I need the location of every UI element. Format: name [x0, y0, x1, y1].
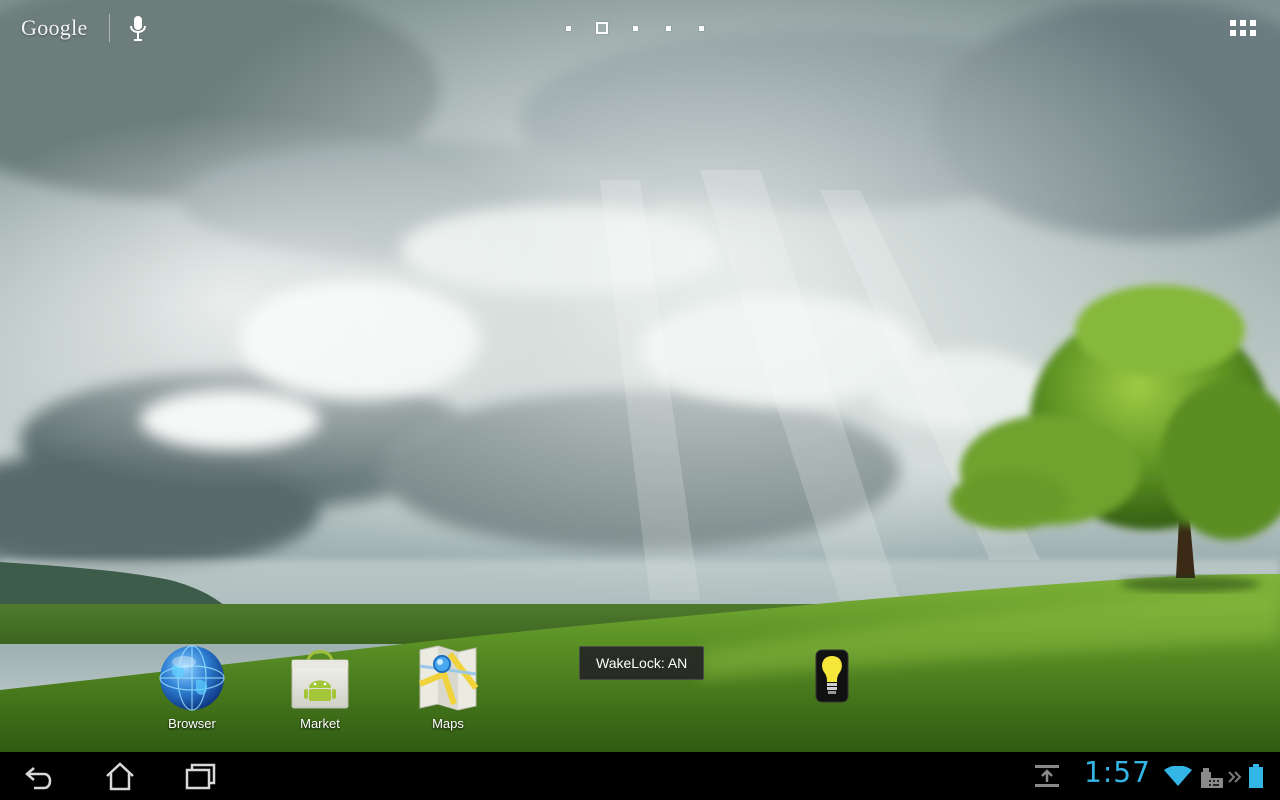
shortcut-label: Browser	[168, 716, 216, 731]
keyboard-icon[interactable]	[1195, 766, 1223, 788]
battery-icon[interactable]	[1249, 764, 1263, 788]
chevron-right-icon[interactable]	[1228, 770, 1242, 783]
all-apps-grid-icon[interactable]	[1230, 20, 1258, 36]
shortcut-label: Maps	[432, 716, 464, 731]
light-bulb-icon[interactable]	[814, 648, 850, 704]
page-dot[interactable]	[699, 25, 704, 31]
page-dot[interactable]	[633, 25, 638, 31]
page-dot-current[interactable]	[596, 22, 608, 34]
market-shortcut[interactable]: Market	[270, 644, 370, 731]
microphone-icon[interactable]	[129, 14, 147, 42]
shopping-bag-icon	[286, 644, 354, 712]
globe-icon	[158, 644, 226, 712]
map-icon	[414, 644, 482, 712]
google-search-logo[interactable]: Google	[21, 15, 88, 41]
page-dot[interactable]	[666, 25, 671, 31]
wifi-icon[interactable]	[1164, 765, 1192, 786]
toast-message: WakeLock: AN	[579, 646, 705, 680]
clock-time[interactable]: 1:57	[1084, 756, 1151, 790]
browser-shortcut[interactable]: Browser	[142, 644, 242, 731]
maps-shortcut[interactable]: Maps	[398, 644, 498, 731]
wallpaper	[0, 0, 1280, 752]
home-icon[interactable]	[104, 760, 136, 792]
recent-apps-icon[interactable]	[184, 760, 216, 792]
search-divider	[109, 14, 110, 42]
back-icon[interactable]	[24, 760, 56, 792]
download-icon[interactable]	[1033, 764, 1061, 788]
page-dot[interactable]	[566, 25, 571, 31]
home-page-indicator	[566, 20, 704, 36]
shortcut-label: Market	[300, 716, 340, 731]
